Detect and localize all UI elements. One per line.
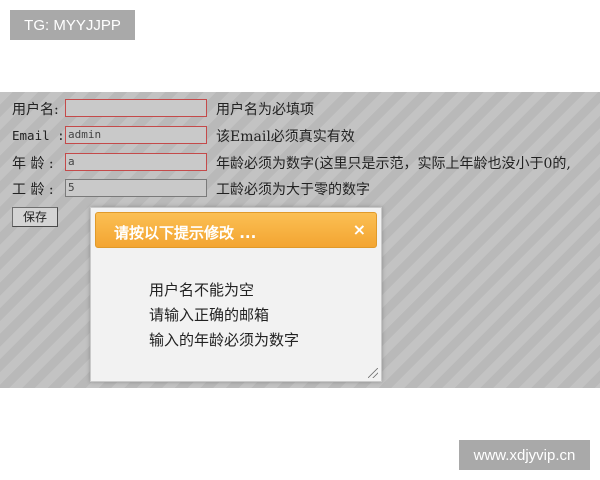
resize-grip-icon[interactable]: [368, 368, 378, 378]
dialog-title: 请按以下提示修改 ...: [114, 224, 257, 242]
close-icon[interactable]: ×: [353, 220, 366, 239]
validation-dialog: 请按以下提示修改 ... × 用户名不能为空 请输入正确的邮箱 输入的年龄必须为…: [90, 207, 382, 382]
dialog-header[interactable]: 请按以下提示修改 ... ×: [95, 212, 377, 248]
dialog-message: 输入的年龄必须为数字: [149, 331, 300, 349]
dialog-message: 请输入正确的邮箱: [149, 306, 270, 324]
username-input[interactable]: [65, 99, 207, 117]
email-label: Email :: [12, 128, 65, 143]
age-input[interactable]: a: [65, 153, 207, 171]
form-row-username: 用户名: 用户名为必填项: [0, 98, 600, 120]
form-row-age: 年 龄 : a 年龄必须为数字(这里只是示范，实际上年龄也没小于0的,: [0, 152, 600, 174]
form-row-work-years: 工 龄 : 5 工龄必须为大于零的数字: [0, 178, 600, 200]
watermark-top: TG: MYYJJPP: [10, 10, 135, 40]
age-label: 年 龄 :: [12, 156, 54, 172]
form-row-email: Email : admin 该Email必须真实有效: [0, 125, 600, 147]
email-input[interactable]: admin: [65, 126, 207, 144]
work-years-input[interactable]: 5: [65, 179, 207, 197]
username-label: 用户名:: [12, 102, 59, 118]
username-hint: 用户名为必填项: [216, 102, 314, 118]
age-hint: 年龄必须为数字(这里只是示范，实际上年龄也没小于0的,: [216, 156, 571, 172]
email-hint: 该Email必须真实有效: [216, 129, 355, 145]
work-years-label: 工 龄 :: [12, 182, 54, 198]
save-button[interactable]: 保存: [12, 207, 58, 227]
work-years-hint: 工龄必须为大于零的数字: [216, 182, 370, 198]
dialog-message: 用户名不能为空: [149, 281, 255, 299]
watermark-bottom: www.xdjyvip.cn: [459, 440, 590, 470]
dialog-message-list: 用户名不能为空 请输入正确的邮箱 输入的年龄必须为数字: [149, 278, 299, 353]
